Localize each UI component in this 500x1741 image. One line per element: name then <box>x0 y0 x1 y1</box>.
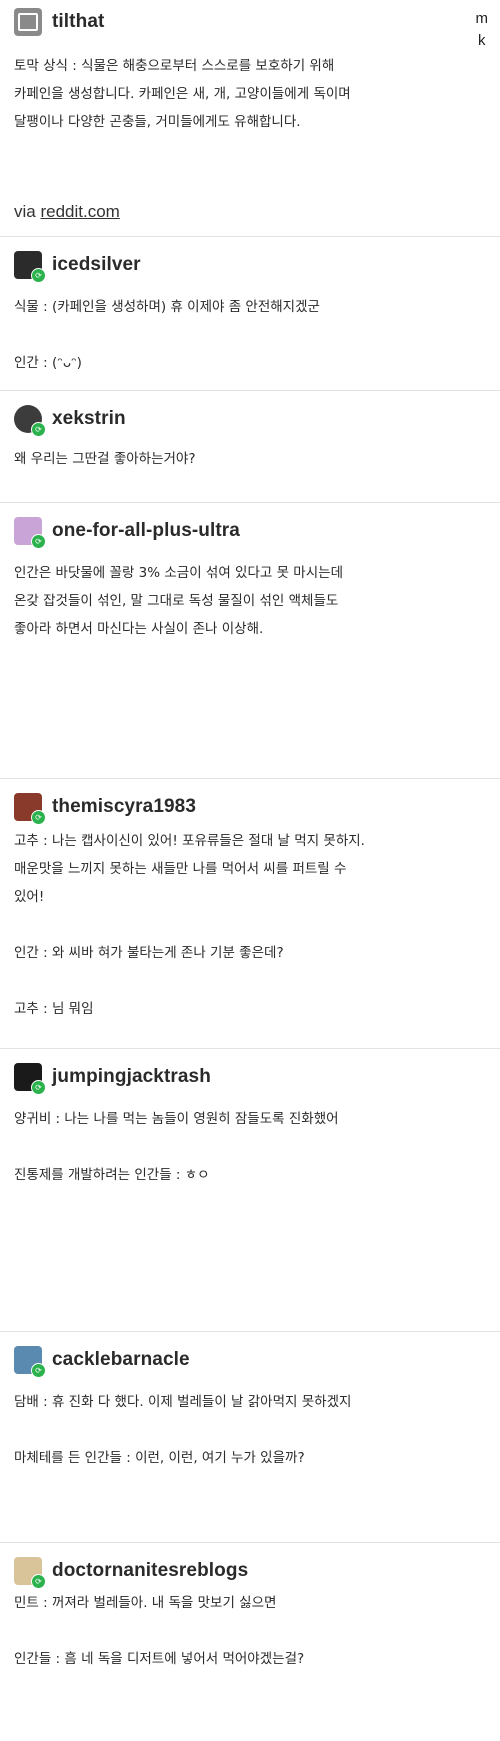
via-source: via reddit.com <box>14 202 120 222</box>
username[interactable]: jumpingjacktrash <box>52 1066 211 1088</box>
avatar[interactable]: ⟳ <box>14 1063 46 1095</box>
via-prefix: via <box>14 202 36 221</box>
avatar[interactable] <box>14 8 42 36</box>
username[interactable]: one-for-all-plus-ultra <box>52 520 240 542</box>
post-text: 토막 상식 : 식물은 해충으로부터 스스로를 보호하기 위해 카페인을 생성합… <box>14 58 351 130</box>
post-header: ⟳ cacklebarnacle <box>14 1344 190 1378</box>
post-text: 고추 : 나는 캡사이신이 있어! 포유류들은 절대 날 먹지 못하지. 매운맛… <box>14 833 365 1017</box>
post-themiscyra1983: ⟳ themiscyra1983 고추 : 나는 캡사이신이 있어! 포유류들은… <box>0 779 500 1049</box>
avatar[interactable]: ⟳ <box>14 1346 46 1378</box>
book-icon <box>18 13 38 31</box>
post-tilthat: tilthat 토막 상식 : 식물은 해충으로부터 스스로를 보호하기 위해 … <box>0 0 500 237</box>
reblog-icon: ⟳ <box>31 810 46 825</box>
post-doctornanitesreblogs: ⟳ doctornanitesreblogs 민트 : 꺼져라 벌레들아. 내 … <box>0 1543 500 1741</box>
post-header: tilthat <box>14 6 104 38</box>
username[interactable]: cacklebarnacle <box>52 1349 190 1371</box>
reblog-icon: ⟳ <box>31 1080 46 1095</box>
post-text: 담배 : 휴 진화 다 했다. 이제 벌레들이 날 갉아먹지 못하겠지 마체테를… <box>14 1394 352 1466</box>
username[interactable]: doctornanitesreblogs <box>52 1560 248 1582</box>
avatar[interactable]: ⟳ <box>14 1557 46 1589</box>
avatar[interactable]: ⟳ <box>14 405 46 437</box>
post-text: 식물 : (카페인을 생성하며) 휴 이제야 좀 안전해지겠군 인간 : (ᵔᴗ… <box>14 299 320 371</box>
reblog-icon: ⟳ <box>31 1363 46 1378</box>
post-header: ⟳ jumpingjacktrash <box>14 1061 211 1095</box>
post-text: 민트 : 꺼져라 벌레들아. 내 독을 맛보기 싫으면 인간들 : 흠 네 독을… <box>14 1595 305 1667</box>
username[interactable]: icedsilver <box>52 254 141 276</box>
post-header: ⟳ doctornanitesreblogs <box>14 1555 248 1589</box>
avatar[interactable]: ⟳ <box>14 793 46 825</box>
post-text: 양귀비 : 나는 나를 먹는 놈들이 영원히 잠들도록 진화했어 진통제를 개발… <box>14 1111 339 1183</box>
post-header: ⟳ one-for-all-plus-ultra <box>14 515 240 549</box>
reblog-icon: ⟳ <box>31 1574 46 1589</box>
post-icedsilver: ⟳ icedsilver 식물 : (카페인을 생성하며) 휴 이제야 좀 안전… <box>0 237 500 391</box>
post-header: ⟳ icedsilver <box>14 249 141 283</box>
avatar[interactable]: ⟳ <box>14 251 46 283</box>
reblog-icon: ⟳ <box>31 534 46 549</box>
username[interactable]: themiscyra1983 <box>52 796 196 818</box>
post-header: ⟳ themiscyra1983 <box>14 791 196 825</box>
avatar[interactable]: ⟳ <box>14 517 46 549</box>
reblog-icon: ⟳ <box>31 268 46 283</box>
reblog-icon: ⟳ <box>31 422 46 437</box>
post-cacklebarnacle: ⟳ cacklebarnacle 담배 : 휴 진화 다 했다. 이제 벌레들이… <box>0 1332 500 1543</box>
post-jumpingjacktrash: ⟳ jumpingjacktrash 양귀비 : 나는 나를 먹는 놈들이 영원… <box>0 1049 500 1332</box>
username[interactable]: tilthat <box>52 11 104 33</box>
post-xekstrin: ⟳ xekstrin 왜 우리는 그딴걸 좋아하는거야? <box>0 391 500 503</box>
username[interactable]: xekstrin <box>52 408 126 430</box>
post-text: 인간은 바닷물에 꼴랑 3% 소금이 섞여 있다고 못 마시는데 온갖 잡것들이… <box>14 565 343 637</box>
post-header: ⟳ xekstrin <box>14 403 126 437</box>
post-text: 왜 우리는 그딴걸 좋아하는거야? <box>14 451 196 467</box>
post-one-for-all-plus-ultra: ⟳ one-for-all-plus-ultra 인간은 바닷물에 꼴랑 3% … <box>0 503 500 779</box>
source-link[interactable]: reddit.com <box>40 202 119 221</box>
